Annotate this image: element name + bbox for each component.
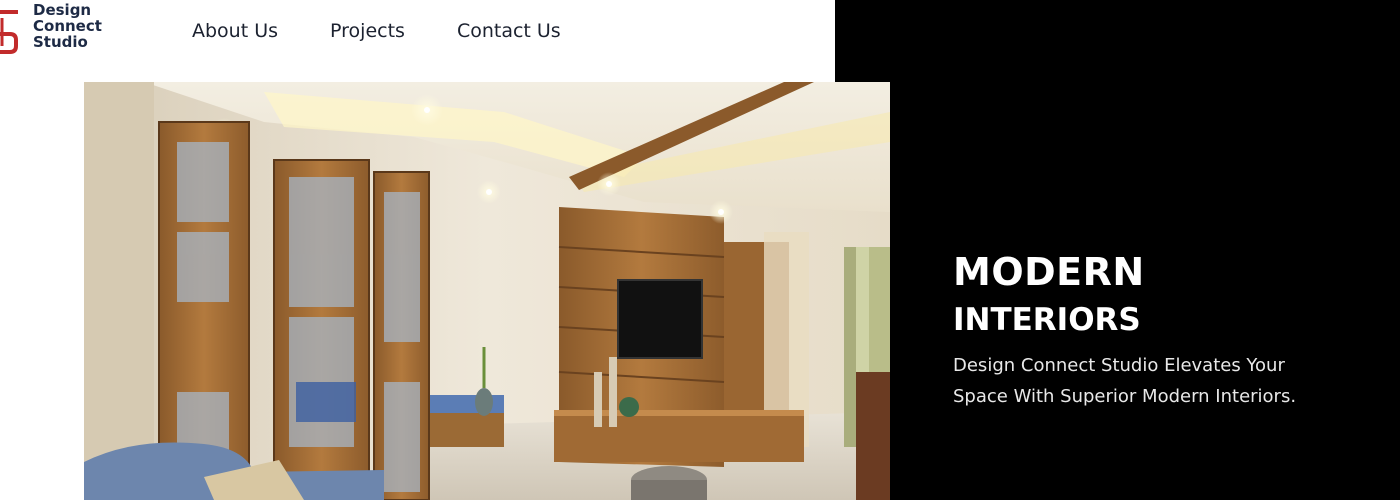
- brand-line-2: Connect: [33, 17, 102, 35]
- hero-image: [84, 82, 890, 500]
- nav-link-about[interactable]: About Us: [192, 20, 278, 42]
- brand-logo[interactable]: Design Connect Studio: [0, 2, 118, 58]
- logo-mark-icon: [0, 10, 18, 54]
- hero-title: MODERN: [953, 250, 1145, 294]
- main-nav: About Us Projects Contact Us: [192, 20, 561, 42]
- brand-name: Design Connect Studio: [33, 2, 102, 50]
- hero-text-block: MODERN INTERIORS Design Connect Studio E…: [953, 250, 1333, 412]
- brand-line-3: Studio: [33, 33, 88, 51]
- living-room-illustration: [84, 82, 890, 500]
- hero-subtitle: INTERIORS: [953, 302, 1141, 338]
- nav-link-projects[interactable]: Projects: [330, 20, 405, 42]
- brand-line-1: Design: [33, 1, 92, 19]
- nav-link-contact[interactable]: Contact Us: [457, 20, 561, 42]
- hero-description: Design Connect Studio Elevates Your Spac…: [953, 355, 1297, 407]
